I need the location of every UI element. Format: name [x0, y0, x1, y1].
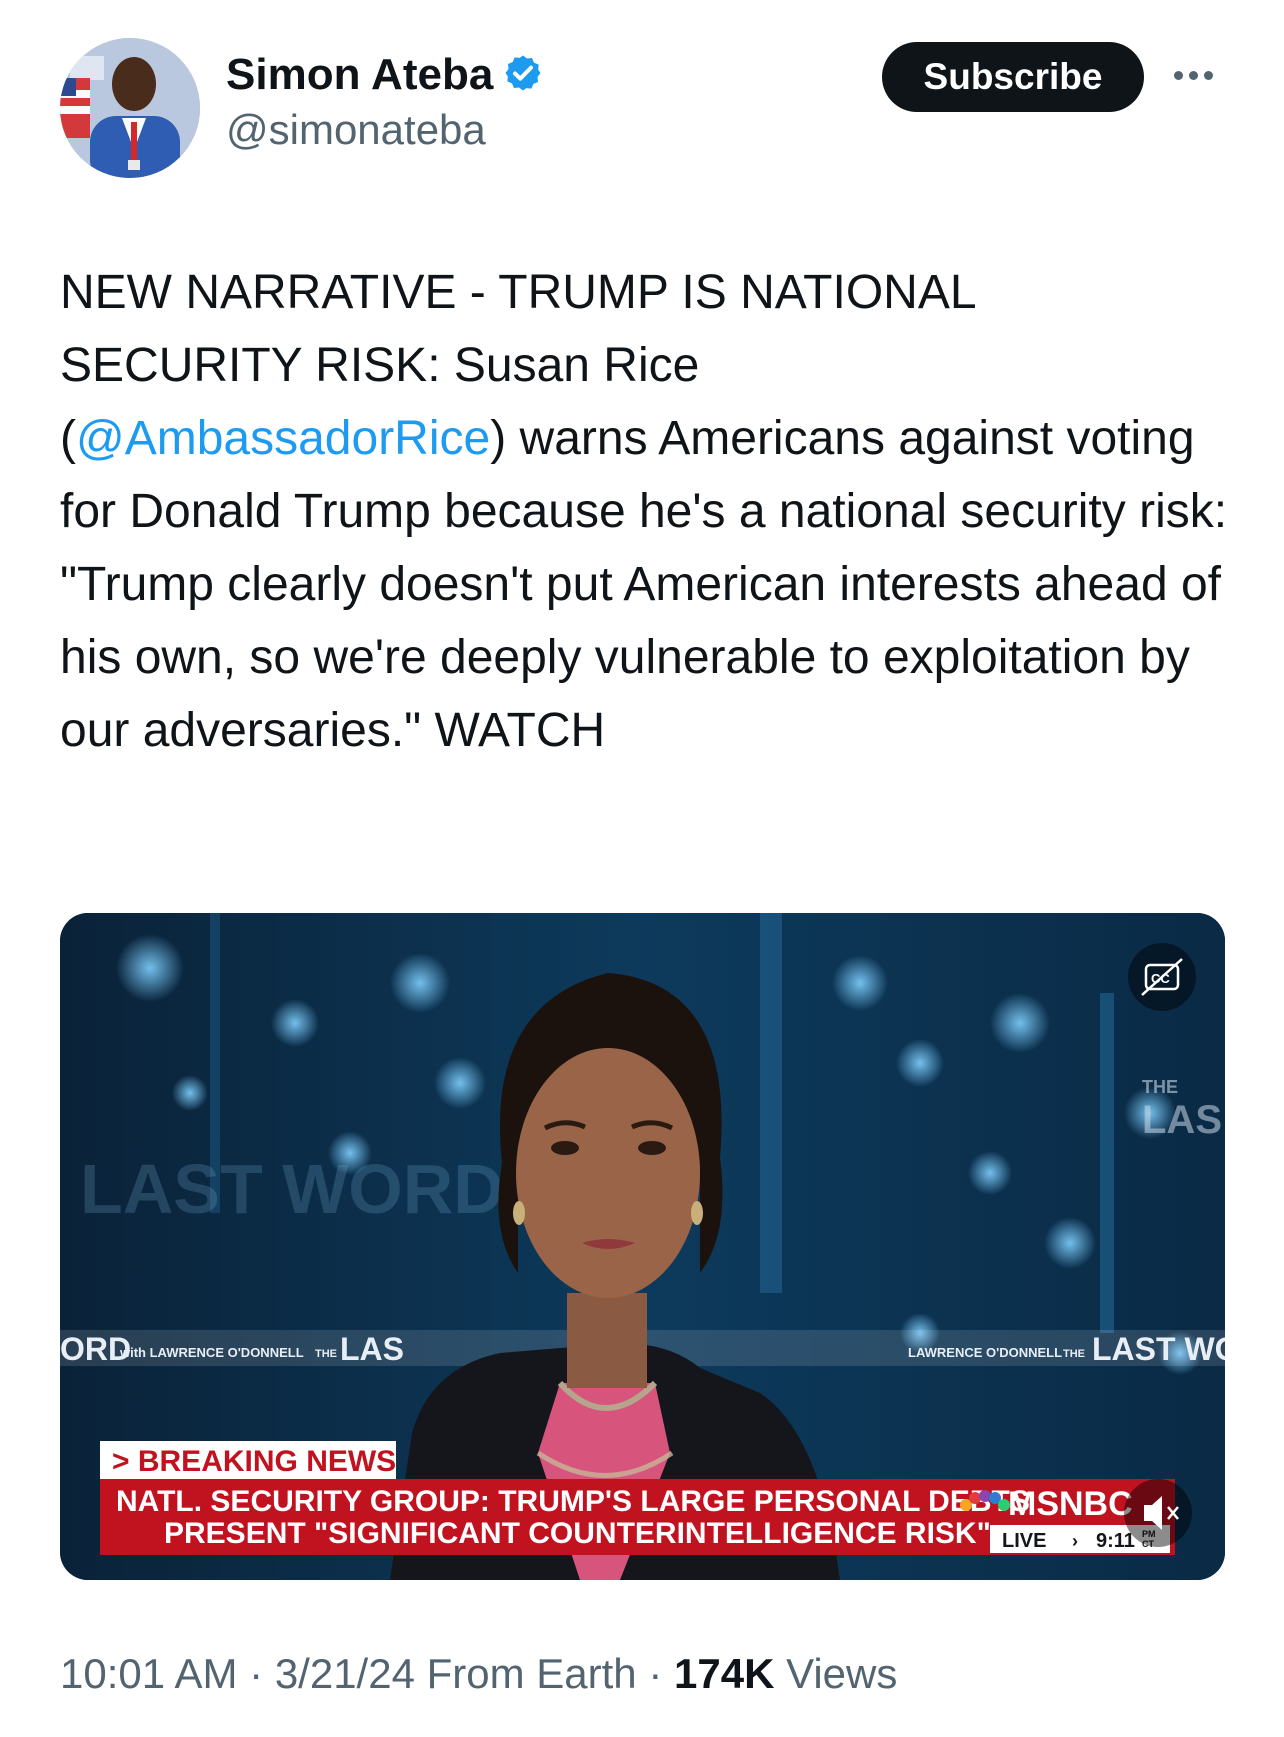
backdrop-left-sub: with LAWRENCE O'DONNELL	[119, 1345, 304, 1360]
speaker-muted-icon[interactable]	[1124, 1479, 1192, 1547]
network-name: MSNBC	[1008, 1485, 1133, 1523]
backdrop-right-text: LAST WOR	[1092, 1331, 1225, 1367]
tweet-meta: 10:01 AM · 3/21/24 From Earth · 174K Vie…	[60, 1650, 897, 1698]
subscribe-button[interactable]: Subscribe	[882, 42, 1144, 112]
closed-captions-icon[interactable]: CC	[1128, 943, 1196, 1011]
avatar[interactable]	[60, 38, 200, 178]
verified-badge-icon	[503, 53, 543, 98]
tweet-date[interactable]: 3/21/24	[275, 1650, 415, 1697]
separator-dot: ·	[249, 1650, 264, 1697]
views-count: 174K	[674, 1650, 775, 1697]
more-horizontal-icon[interactable]	[1168, 60, 1218, 90]
headline-line-2: PRESENT "SIGNIFICANT COUNTERINTELLIGENCE…	[164, 1517, 991, 1550]
backdrop-las: LAS	[340, 1331, 404, 1367]
breaking-news-label: > BREAKING NEWS	[112, 1445, 396, 1478]
mention-link[interactable]: @AmbassadorRice	[76, 412, 490, 465]
tweet-text: NEW NARRATIVE - TRUMP IS NATIONAL SECURI…	[60, 256, 1240, 767]
backdrop-top-las: LAS	[1142, 1098, 1222, 1142]
video-player[interactable]: LAST WORD THE LAS ORD with LAWRENCE O'DO…	[60, 913, 1225, 1580]
display-name[interactable]: Simon Ateba	[226, 50, 493, 100]
tweet-source: From Earth	[426, 1650, 637, 1697]
tweet-header: Simon Ateba @simonateba Subscribe	[60, 38, 1230, 178]
handle[interactable]: @simonateba	[226, 106, 543, 154]
backdrop-right-sub: LAWRENCE O'DONNELL	[908, 1345, 1062, 1360]
backdrop-faint-text: LAST WORD	[80, 1150, 504, 1228]
backdrop-the-right: THE	[1063, 1348, 1085, 1360]
backdrop-the: THE	[315, 1348, 337, 1360]
chevron-right-icon: ›	[1072, 1531, 1078, 1551]
live-label: LIVE	[1002, 1530, 1046, 1552]
live-time: 9:11	[1096, 1530, 1135, 1552]
headline-line-1: NATL. SECURITY GROUP: TRUMP'S LARGE PERS…	[116, 1485, 1030, 1518]
separator-dot: ·	[648, 1650, 663, 1697]
tweet-time[interactable]: 10:01 AM	[60, 1650, 237, 1697]
backdrop-top-the: THE	[1142, 1077, 1178, 1097]
views-label: Views	[786, 1650, 898, 1697]
